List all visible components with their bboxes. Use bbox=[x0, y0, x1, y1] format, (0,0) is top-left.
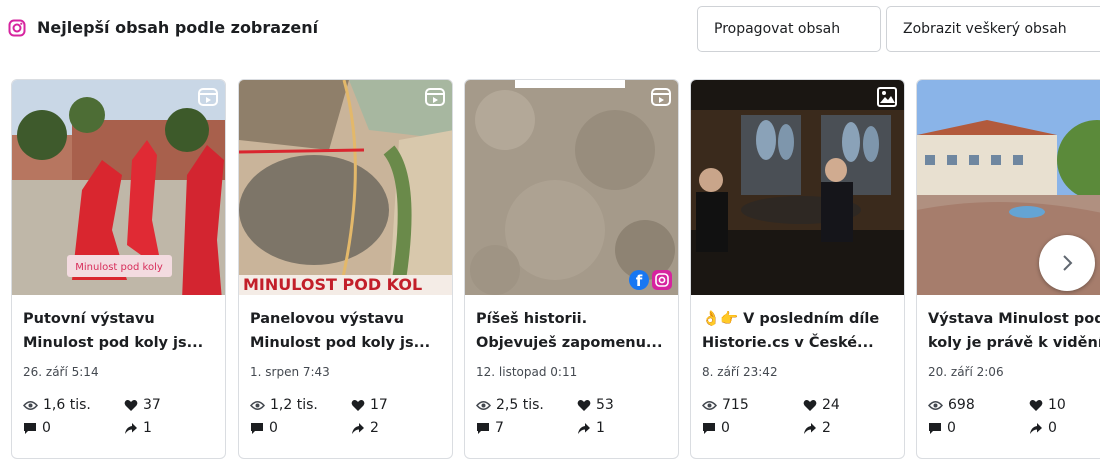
share-icon bbox=[1030, 422, 1042, 434]
post-date: 26. září 5:14 bbox=[23, 365, 99, 379]
eye-icon bbox=[476, 400, 491, 410]
post-thumbnail[interactable]: f bbox=[465, 80, 678, 295]
post-shares: 0 bbox=[1029, 420, 1057, 436]
post-comments: 7 bbox=[476, 420, 504, 436]
post-card[interactable]: f Píšeš historii. Objevuješ zapomenu... … bbox=[464, 79, 679, 459]
heart-icon bbox=[351, 399, 365, 411]
post-views: 715 bbox=[702, 397, 749, 413]
heart-icon bbox=[577, 399, 591, 411]
comment-icon bbox=[477, 422, 489, 434]
post-card[interactable]: Minulost pod koly Putovní výstavu Minulo… bbox=[11, 79, 226, 459]
section-header: Nejlepší obsah podle zobrazení Propagova… bbox=[0, 0, 1100, 60]
eye-icon bbox=[250, 400, 265, 410]
heart-icon bbox=[124, 399, 138, 411]
post-likes: 24 bbox=[803, 397, 840, 413]
eye-icon bbox=[23, 400, 38, 410]
svg-text:f: f bbox=[636, 272, 643, 290]
post-caption: Panelovou výstavu Minulost pod koly js..… bbox=[250, 311, 431, 351]
comment-icon bbox=[24, 422, 36, 434]
heart-icon bbox=[1029, 399, 1043, 411]
eye-icon bbox=[928, 400, 943, 410]
post-views: 1,2 tis. bbox=[250, 397, 318, 413]
image-icon bbox=[877, 87, 897, 107]
section-title: Nejlepší obsah podle zobrazení bbox=[37, 18, 319, 37]
post-comments: 0 bbox=[702, 420, 730, 436]
comment-icon bbox=[929, 422, 941, 434]
post-views: 1,6 tis. bbox=[23, 397, 91, 413]
post-caption: Putovní výstavu Minulost pod koly js... bbox=[23, 311, 204, 351]
carousel-next-button[interactable] bbox=[1039, 235, 1095, 291]
post-views: 698 bbox=[928, 397, 975, 413]
thumbnail-overlay-text: Minulost pod koly bbox=[75, 262, 163, 273]
reel-icon bbox=[651, 88, 671, 106]
post-shares: 2 bbox=[803, 420, 831, 436]
post-shares: 1 bbox=[577, 420, 605, 436]
post-comments: 0 bbox=[928, 420, 956, 436]
share-icon bbox=[804, 422, 816, 434]
promote-content-button[interactable]: Propagovat obsah bbox=[697, 6, 881, 52]
post-caption: 👌👉 V posledním díle Historie.cs v České.… bbox=[702, 311, 880, 351]
post-comments: 0 bbox=[23, 420, 51, 436]
view-all-content-button[interactable]: Zobrazit veškerý obsah bbox=[886, 6, 1100, 52]
thumbnail-overlay-text: MINULOST POD KOL bbox=[243, 275, 422, 294]
facebook-instagram-icon: f bbox=[629, 270, 672, 290]
eye-icon bbox=[702, 400, 717, 410]
post-date: 20. září 2:06 bbox=[928, 365, 1004, 379]
share-icon bbox=[578, 422, 590, 434]
share-icon bbox=[352, 422, 364, 434]
post-date: 1. srpen 7:43 bbox=[250, 365, 330, 379]
comment-icon bbox=[251, 422, 263, 434]
post-likes: 37 bbox=[124, 397, 161, 413]
post-date: 12. listopad 0:11 bbox=[476, 365, 578, 379]
post-card[interactable]: 👌👉 V posledním díle Historie.cs v České.… bbox=[690, 79, 905, 459]
heart-icon bbox=[803, 399, 817, 411]
instagram-icon bbox=[8, 19, 26, 37]
chevron-right-icon bbox=[1063, 255, 1073, 271]
comment-icon bbox=[703, 422, 715, 434]
reel-icon bbox=[198, 88, 218, 106]
post-comments: 0 bbox=[250, 420, 278, 436]
post-thumbnail[interactable]: Minulost pod koly bbox=[12, 80, 225, 295]
post-date: 8. září 23:42 bbox=[702, 365, 778, 379]
post-caption: Výstava Minulost pod koly je právě k vid… bbox=[928, 311, 1100, 351]
post-card[interactable]: MINULOST POD KOL Panelovou výstavu Minul… bbox=[238, 79, 453, 459]
post-thumbnail[interactable] bbox=[691, 80, 904, 295]
post-thumbnail[interactable]: MINULOST POD KOL bbox=[239, 80, 452, 295]
reel-icon bbox=[425, 88, 445, 106]
post-shares: 1 bbox=[124, 420, 152, 436]
post-views: 2,5 tis. bbox=[476, 397, 544, 413]
share-icon bbox=[125, 422, 137, 434]
post-likes: 10 bbox=[1029, 397, 1066, 413]
post-likes: 17 bbox=[351, 397, 388, 413]
post-shares: 2 bbox=[351, 420, 379, 436]
post-likes: 53 bbox=[577, 397, 614, 413]
post-caption: Píšeš historii. Objevuješ zapomenu... bbox=[476, 311, 663, 351]
